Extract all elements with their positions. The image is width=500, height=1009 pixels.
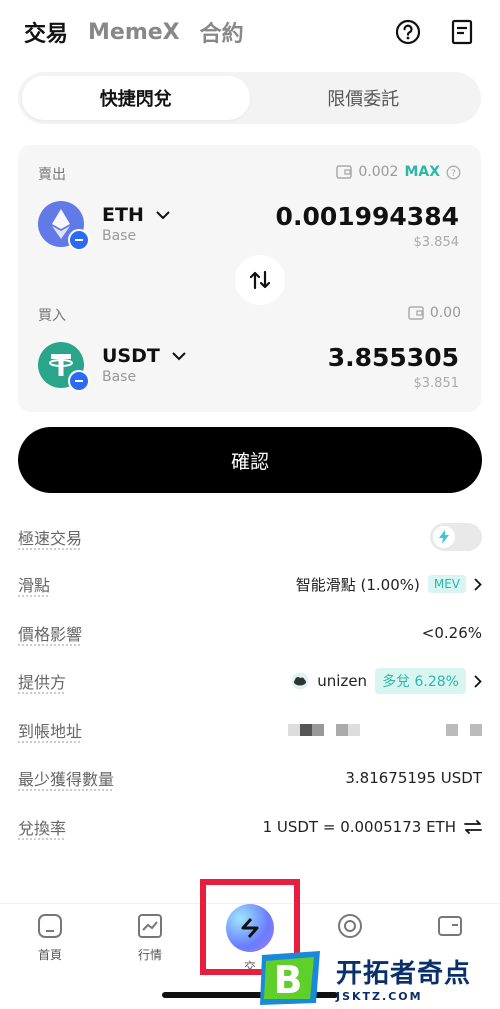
- nav-wallet[interactable]: [420, 912, 480, 940]
- tab-memex[interactable]: MemeX: [88, 20, 180, 45]
- watermark-logo-icon: B: [258, 949, 324, 1007]
- wallet-small-icon: [336, 165, 352, 179]
- svg-text:?: ?: [451, 169, 456, 179]
- buy-amount-value: 3.855305: [328, 343, 459, 372]
- price-impact-label: 價格影響: [18, 621, 82, 645]
- chevron-down-icon: [172, 352, 186, 361]
- sell-balance-value: 0.002: [358, 164, 398, 180]
- nav-market[interactable]: 行情: [120, 912, 180, 963]
- sell-amount-value: 0.001994384: [276, 202, 459, 231]
- slippage-label: 滑點: [18, 572, 50, 596]
- turbo-toggle[interactable]: [430, 523, 482, 551]
- mev-badge: MEV: [428, 575, 466, 593]
- rate-label: 兌換率: [18, 815, 66, 839]
- wallet-icon: [436, 912, 464, 940]
- sell-token-symbol: ETH: [102, 204, 144, 226]
- sell-label: 賣出: [38, 164, 66, 184]
- turbo-label: 極速交易: [18, 525, 82, 549]
- sell-token-chain: Base: [102, 228, 170, 244]
- swap-rate-icon[interactable]: [464, 820, 482, 834]
- svg-text:B: B: [274, 958, 303, 1002]
- detail-min-received: 最少獲得數量 3.81675195 USDT: [18, 763, 482, 793]
- tab-trade[interactable]: 交易: [24, 16, 68, 48]
- max-button[interactable]: MAX: [404, 164, 440, 180]
- slippage-value: 智能滑點 (1.00%): [296, 574, 420, 595]
- buy-token-selector[interactable]: USDT Base: [38, 342, 186, 388]
- min-received-value: 3.81675195 USDT: [345, 769, 482, 787]
- unizen-logo-icon: [291, 672, 309, 690]
- tab-instant-swap[interactable]: 快捷閃兌: [22, 76, 250, 120]
- min-received-label: 最少獲得數量: [18, 766, 114, 790]
- base-chain-icon: [68, 229, 90, 251]
- earn-icon: [336, 912, 364, 940]
- detail-recipient: 到帳地址: [18, 715, 482, 745]
- rate-value: 1 USDT = 0.0005173 ETH: [263, 818, 456, 836]
- swap-card: 賣出 0.002 MAX ? ETH Base 0.001994384 $3.8…: [18, 145, 481, 412]
- top-nav: 交易 MemeX 合約: [24, 14, 476, 50]
- home-icon: [36, 912, 64, 940]
- eth-logo-icon: [38, 201, 84, 247]
- provider-value: unizen: [317, 672, 367, 690]
- price-impact-value: <0.26%: [422, 624, 482, 642]
- sell-token-selector[interactable]: ETH Base: [38, 201, 170, 247]
- nav-market-label: 行情: [138, 946, 162, 963]
- chevron-right-icon: [474, 578, 482, 591]
- lightning-icon: [433, 526, 455, 548]
- watermark-title: 开拓者奇点: [336, 953, 471, 990]
- buy-balance-value: 0.00: [430, 305, 461, 321]
- document-icon[interactable]: [448, 18, 476, 46]
- nav-home-label: 首頁: [38, 946, 62, 963]
- detail-rate: 兌換率 1 USDT = 0.0005173 ETH: [18, 812, 482, 842]
- sell-balance: 0.002 MAX ?: [336, 164, 461, 180]
- nav-home[interactable]: 首頁: [20, 912, 80, 963]
- buy-balance: 0.00: [408, 305, 461, 321]
- detail-turbo: 極速交易: [18, 522, 482, 552]
- detail-slippage[interactable]: 滑點 智能滑點 (1.00%) MEV: [18, 569, 482, 599]
- swap-arrows-icon: [249, 270, 271, 290]
- sell-amount[interactable]: 0.001994384 $3.854: [276, 202, 459, 250]
- tab-futures[interactable]: 合約: [200, 16, 244, 48]
- provider-label: 提供方: [18, 669, 66, 693]
- swap-direction-button[interactable]: [235, 255, 285, 305]
- base-chain-icon: [68, 370, 90, 392]
- buy-label: 買入: [38, 305, 66, 325]
- buy-amount-usd: $3.851: [328, 376, 459, 391]
- nav-earn[interactable]: [320, 912, 380, 940]
- chevron-down-icon: [156, 211, 170, 220]
- tab-limit-order[interactable]: 限價委託: [250, 76, 478, 120]
- confirm-button[interactable]: 確認: [18, 427, 482, 493]
- help-circle-icon[interactable]: [394, 18, 422, 46]
- sell-amount-usd: $3.854: [276, 235, 459, 250]
- recipient-label: 到帳地址: [18, 718, 82, 742]
- chevron-right-icon: [474, 675, 482, 688]
- watermark-subtitle: JSKTZ.COM: [336, 990, 471, 1003]
- wallet-small-icon: [408, 306, 424, 320]
- buy-token-chain: Base: [102, 369, 186, 385]
- info-icon: ?: [446, 165, 461, 180]
- provider-badge: 多兌 6.28%: [375, 668, 466, 694]
- recipient-address-redacted: [288, 724, 482, 736]
- chart-icon: [136, 912, 164, 940]
- buy-amount: 3.855305 $3.851: [328, 343, 459, 391]
- detail-price-impact: 價格影響 <0.26%: [18, 618, 482, 648]
- mode-switch: 快捷閃兌 限價委託: [18, 72, 481, 124]
- watermark: B 开拓者奇点 JSKTZ.COM: [258, 948, 471, 1008]
- usdt-logo-icon: [38, 342, 84, 388]
- buy-token-symbol: USDT: [102, 345, 160, 367]
- detail-provider[interactable]: 提供方 unizen 多兌 6.28%: [18, 666, 482, 696]
